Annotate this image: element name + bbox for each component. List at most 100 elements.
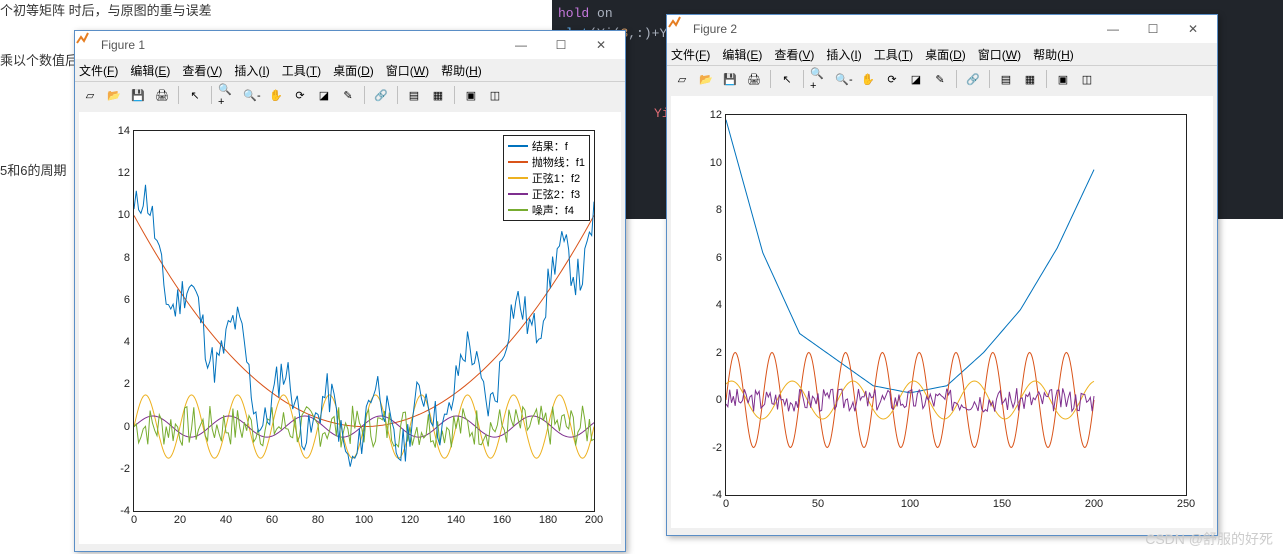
menu-item[interactable]: 窗口(W) [386,62,429,79]
menu-item[interactable]: 查看(V) [774,46,814,63]
pan-icon[interactable]: ✋ [265,84,287,106]
close-button[interactable]: ✕ [1173,15,1213,43]
menu-item[interactable]: 桌面(D) [925,46,966,63]
matlab-icon [671,21,687,37]
axes[interactable]: -4-2024681012050100150200250 [725,114,1187,496]
dock-icon[interactable]: ◫ [1076,68,1098,90]
watermark: CSDN @舒服的好死 [1145,529,1273,549]
colorbar-icon[interactable]: ▤ [403,84,425,106]
menu-item[interactable]: 插入(I) [826,46,861,63]
legend[interactable]: 结果：f抛物线：f1正弦1：f2正弦2：f3噪声：f4 [503,135,590,221]
y-tick: 8 [124,252,134,264]
pointer-icon[interactable]: ↖ [184,84,206,106]
link-icon[interactable]: 🔗 [962,68,984,90]
zoom-in-icon[interactable]: 🔍+ [217,84,239,106]
window-title: Figure 1 [101,38,501,52]
link-icon[interactable]: 🔗 [370,84,392,106]
menu-item[interactable]: 桌面(D) [333,62,374,79]
window-title: Figure 2 [693,22,1093,36]
colorbar-icon[interactable]: ▤ [995,68,1017,90]
plot-area[interactable]: 结果：f抛物线：f1正弦1：f2正弦2：f3噪声：f4 -4-202468101… [79,112,621,544]
legend-label: 正弦2：f3 [532,186,580,202]
dock-icon[interactable]: ◫ [484,84,506,106]
x-tick: 120 [401,511,419,526]
title-bar[interactable]: Figure 1 — ☐ ✕ [75,31,625,59]
y-tick: 4 [124,336,134,348]
new-file-icon[interactable]: ▱ [671,68,693,90]
title-bar[interactable]: Figure 2 — ☐ ✕ [667,15,1217,43]
y-tick: 12 [118,167,134,179]
toolbar: ▱📂💾🖨 ↖ 🔍+🔍-✋⟳◪✎ 🔗 ▤▦ ▣◫ [75,82,625,108]
legend-label: 噪声：f4 [532,202,574,218]
pointer-icon[interactable]: ↖ [776,68,798,90]
x-tick: 140 [447,511,465,526]
pan-icon[interactable]: ✋ [857,68,879,90]
x-tick: 160 [493,511,511,526]
x-tick: 250 [1177,495,1195,510]
figure-2-window[interactable]: Figure 2 — ☐ ✕ 文件(F) 编辑(E) 查看(V) 插入(I) 工具(T)… [666,14,1218,536]
new-file-icon[interactable]: ▱ [79,84,101,106]
menu-item[interactable]: 编辑(E) [722,46,762,63]
save-icon[interactable]: 💾 [719,68,741,90]
menu-item[interactable]: 插入(I) [234,62,269,79]
separator [364,86,365,104]
x-tick: 100 [355,511,373,526]
y-tick: 2 [716,347,726,359]
menu-item[interactable]: 编辑(E) [130,62,170,79]
x-tick: 0 [131,511,137,526]
rotate-icon[interactable]: ⟳ [289,84,311,106]
legend-label: 正弦1：f2 [532,170,580,186]
axes[interactable]: 结果：f抛物线：f1正弦1：f2正弦2：f3噪声：f4 -4-202468101… [133,130,595,512]
open-icon[interactable]: 📂 [695,68,717,90]
print-icon[interactable]: 🖨 [151,84,173,106]
menu-item[interactable]: 帮助(H) [1033,46,1074,63]
minimize-button[interactable]: — [1093,15,1133,43]
maximize-button[interactable]: ☐ [541,31,581,59]
separator [211,86,212,104]
datatip-icon[interactable]: ◪ [313,84,335,106]
legend-label: 抛物线：f1 [532,154,585,170]
y-tick: 6 [716,252,726,264]
y-tick: 6 [124,294,134,306]
y-tick: 4 [716,299,726,311]
x-tick: 0 [723,495,729,510]
menu-item[interactable]: 工具(T) [282,62,321,79]
subplot-icon[interactable]: ▣ [460,84,482,106]
y-tick: -2 [120,463,134,475]
save-icon[interactable]: 💾 [127,84,149,106]
zoom-in-icon[interactable]: 🔍+ [809,68,831,90]
legend-icon[interactable]: ▦ [1019,68,1041,90]
menu-item[interactable]: 窗口(W) [978,46,1021,63]
separator [803,70,804,88]
figure-1-window[interactable]: Figure 1 — ☐ ✕ 文件(F) 编辑(E) 查看(V) 插入(I) 工具(T)… [74,30,626,552]
menu-item[interactable]: 文件(F) [671,46,710,63]
rotate-icon[interactable]: ⟳ [881,68,903,90]
y-tick: 10 [118,209,134,221]
separator [989,70,990,88]
legend-icon[interactable]: ▦ [427,84,449,106]
subplot-icon[interactable]: ▣ [1052,68,1074,90]
maximize-button[interactable]: ☐ [1133,15,1173,43]
zoom-out-icon[interactable]: 🔍- [833,68,855,90]
matlab-icon [79,37,95,53]
menu-item[interactable]: 帮助(H) [441,62,482,79]
minimize-button[interactable]: — [501,31,541,59]
x-tick: 200 [585,511,603,526]
brush-icon[interactable]: ✎ [929,68,951,90]
menu-item[interactable]: 工具(T) [874,46,913,63]
toolbar: ▱📂💾🖨 ↖ 🔍+🔍-✋⟳◪✎ 🔗 ▤▦ ▣◫ [667,66,1217,92]
x-tick: 80 [312,511,324,526]
print-icon[interactable]: 🖨 [743,68,765,90]
brush-icon[interactable]: ✎ [337,84,359,106]
menu-item[interactable]: 查看(V) [182,62,222,79]
datatip-icon[interactable]: ◪ [905,68,927,90]
legend-row: 正弦2：f3 [508,186,585,202]
menu-item[interactable]: 文件(F) [79,62,118,79]
zoom-out-icon[interactable]: 🔍- [241,84,263,106]
plot-area[interactable]: -4-2024681012050100150200250 [671,96,1213,528]
separator [397,86,398,104]
open-icon[interactable]: 📂 [103,84,125,106]
legend-row: 噪声：f4 [508,202,585,218]
y-tick: -2 [712,442,726,454]
close-button[interactable]: ✕ [581,31,621,59]
